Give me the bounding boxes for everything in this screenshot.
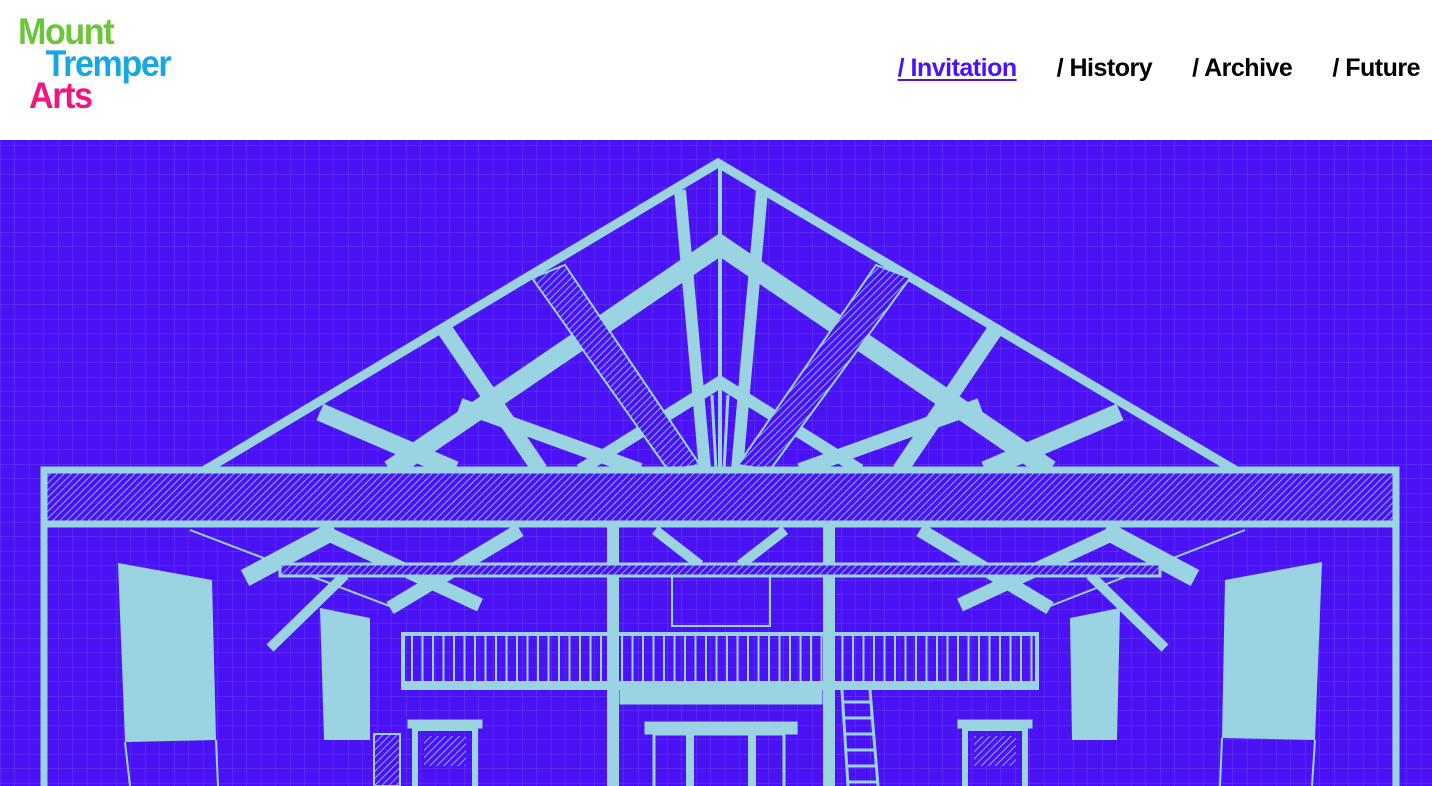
logo-line-arts: Arts [29, 75, 93, 116]
nav-link-future[interactable]: / Future [1332, 54, 1420, 88]
door-panel-right [974, 736, 1016, 766]
site-header: Mount Tremper Arts / Invitation / Histor… [0, 0, 1432, 140]
nav-link-history[interactable]: / History [1057, 54, 1153, 88]
nav-link-invitation[interactable]: / Invitation [898, 54, 1018, 88]
secondary-beam [278, 562, 1162, 578]
panel-right-inner [1070, 608, 1120, 740]
panel-right-outer [1222, 562, 1322, 740]
hero-blueprint [0, 140, 1432, 786]
nav-link-archive[interactable]: / Archive [1192, 54, 1293, 88]
panel-left-inner [320, 608, 370, 740]
main-beam [40, 466, 1400, 528]
main-nav: / Invitation / History / Archive / Futur… [858, 54, 1421, 88]
side-hatch-left [373, 733, 401, 786]
blueprint-illustration [0, 140, 1432, 786]
door-panel-left [424, 736, 466, 766]
panel-left-outer [118, 563, 216, 742]
site-logo[interactable]: Mount Tremper Arts [18, 13, 172, 116]
